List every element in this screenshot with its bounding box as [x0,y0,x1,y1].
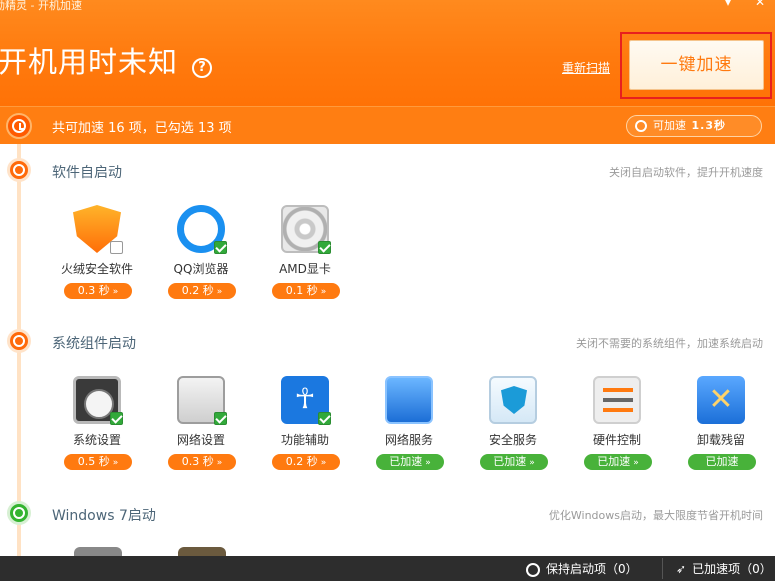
section-title-windows: Windows 7启动 [52,508,156,524]
startup-item-accessibility[interactable]: 功能辅助 0.2 秒» [255,376,355,482]
item-checkbox[interactable] [110,241,123,254]
item-checkbox[interactable] [214,241,227,254]
help-icon[interactable]: ? [192,58,212,78]
item-label: 安全服务 [488,433,537,447]
item-time-badge[interactable]: 0.5 秒» [64,454,132,470]
timer-icon [635,120,647,132]
tools-icon [697,376,745,424]
rocket-icon: ➶ [676,562,687,576]
item-checkbox[interactable] [110,412,123,425]
accelerable-time-pill: 可加速 1.3秒 [626,115,762,137]
item-label: 网络设置 [176,433,225,447]
rescan-link[interactable]: 重新扫描 [562,59,610,76]
bottom-bar: 保持启动项（0） ➶ 已加速项（0） [0,556,775,581]
item-accelerated-badge[interactable]: 已加速» [480,454,548,470]
item-label: 卸载残留 [696,433,745,447]
item-checkbox[interactable] [318,412,331,425]
item-label: 硬件控制 [592,433,641,447]
startup-item-uninstall-leftovers[interactable]: 卸载残留 已加速 [671,376,771,482]
startup-item-system-settings[interactable]: 系统设置 0.5 秒» [47,376,147,482]
network-service-icon [385,376,433,424]
item-checkbox[interactable] [214,412,227,425]
item-time-badge[interactable]: 0.2 秒» [272,454,340,470]
item-label: QQ浏览器 [173,262,229,276]
startup-item-network-service[interactable]: 网络服务 已加速» [359,376,459,482]
system-component-icon [7,329,31,353]
startup-item-security-service[interactable]: 安全服务 已加速» [463,376,563,482]
startup-item-network-settings[interactable]: 网络设置 0.3 秒» [151,376,251,482]
section-title-system: 系统组件启动 [52,336,136,352]
item-label: 火绒安全软件 [60,262,133,276]
windows-item-icon [178,547,226,556]
summary-bar: 共可加速 16 项，已勾选 13 项 可加速 1.3秒 [0,106,775,144]
item-accelerated-badge[interactable]: 已加速» [376,454,444,470]
item-label: 系统设置 [72,433,121,447]
item-label: 网络服务 [384,433,433,447]
item-checkbox[interactable] [318,241,331,254]
dropdown-menu-icon[interactable]: ▾ [725,0,731,8]
security-service-icon [489,376,537,424]
section-desc-system: 关闭不需要的系统组件，加速系统启动 [576,337,763,350]
keep-startup-items-button[interactable]: 保持启动项（0） [526,560,638,577]
section-desc-windows: 优化Windows启动，最大限度节省开机时间 [548,509,763,522]
item-accelerated-badge[interactable]: 已加速 [688,454,756,470]
app-title: 励精灵 - 开机加速 [0,0,82,12]
item-label: AMD显卡 [279,262,331,276]
hardware-control-icon [593,376,641,424]
item-time-badge[interactable]: 0.2 秒» [168,283,236,299]
startup-item-hardware-control[interactable]: 硬件控制 已加速» [567,376,667,482]
close-icon[interactable]: ✕ [755,0,765,8]
accelerated-items-button[interactable]: ➶ 已加速项（0） [676,560,772,577]
item-time-badge[interactable]: 0.3 秒» [64,283,132,299]
pill-value: 1.3秒 [691,119,726,132]
startup-item-qqbrowser[interactable]: QQ浏览器 0.2 秒» [151,205,251,311]
startup-item-huorong[interactable]: 火绒安全软件 0.3 秒» [47,205,147,311]
one-click-highlight: 一键加速 [620,32,772,99]
startup-item-amd[interactable]: AMD显卡 0.1 秒» [255,205,355,311]
clock-icon [6,113,32,139]
item-time-badge[interactable]: 0.1 秒» [272,283,340,299]
item-label: 功能辅助 [280,433,329,447]
windows-logo-icon [7,501,31,525]
software-startup-icon [7,158,31,182]
divider [662,558,663,579]
section-title-software: 软件自启动 [52,165,122,181]
item-time-badge[interactable]: 0.3 秒» [168,454,236,470]
one-click-accelerate-button[interactable]: 一键加速 [629,40,764,90]
summary-text: 共可加速 16 项，已勾选 13 项 [52,121,232,136]
windows-item-icon [74,547,122,556]
title-bar: 励精灵 - 开机加速 ▾ ✕ [0,0,775,14]
section-desc-software: 关闭自启动软件，提升开机速度 [609,166,763,179]
pill-label: 可加速 [653,119,686,132]
keep-icon [526,562,540,577]
item-accelerated-badge[interactable]: 已加速» [584,454,652,470]
header: 励精灵 - 开机加速 ▾ ✕ 开机用时未知 ? 重新扫描 一键加速 [0,0,775,106]
boot-time-title: 开机用时未知 [0,45,179,79]
